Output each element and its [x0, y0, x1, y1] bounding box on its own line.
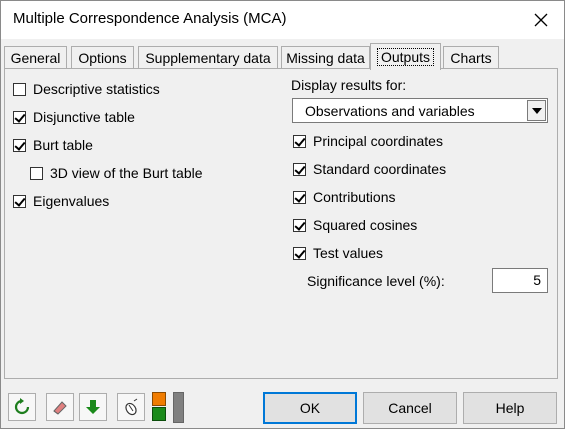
option-3d-view-burt-table[interactable]: 3D view of the Burt table [30, 164, 203, 182]
tab-label: Missing data [286, 50, 365, 66]
tab-outputs[interactable]: Outputs [370, 43, 441, 70]
option-label: Descriptive statistics [33, 81, 160, 97]
title-bar: Multiple Correspondence Analysis (MCA) [1, 1, 564, 39]
arrow-down-icon [86, 400, 100, 414]
checkbox[interactable] [293, 218, 306, 232]
option-disjunctive-table[interactable]: Disjunctive table [13, 108, 135, 126]
tab-label: Outputs [376, 48, 435, 66]
dropdown-button[interactable] [527, 100, 546, 121]
option-label: Eigenvalues [33, 193, 110, 209]
option-squared-cosines[interactable]: Squared cosines [293, 216, 417, 234]
dialog-window: Multiple Correspondence Analysis (MCA) G… [0, 0, 565, 429]
bottom-bar: OK Cancel Help [1, 385, 564, 429]
tab-label: General [10, 50, 61, 66]
tab-label: Options [78, 50, 127, 66]
checkbox[interactable] [293, 162, 306, 176]
option-label: 3D view of the Burt table [50, 165, 203, 181]
option-eigenvalues[interactable]: Eigenvalues [13, 192, 109, 210]
option-burt-table[interactable]: Burt table [13, 136, 93, 154]
tab-label: Charts [450, 50, 492, 66]
checkbox[interactable] [30, 166, 43, 180]
outputs-panel: Descriptive statistics Disjunctive table… [4, 68, 558, 379]
option-label: Disjunctive table [33, 109, 135, 125]
tab-strip: General Options Supplementary data Missi… [1, 43, 564, 70]
option-label: Principal coordinates [313, 133, 443, 149]
option-label: Squared cosines [313, 217, 418, 233]
clear-button[interactable] [46, 393, 74, 421]
mouse-icon [125, 398, 138, 416]
option-label: Standard coordinates [313, 161, 447, 177]
mouse-button[interactable] [117, 393, 145, 421]
checkbox[interactable] [293, 134, 306, 148]
option-label: Test values [313, 245, 384, 261]
tab-charts[interactable]: Charts [443, 46, 499, 69]
close-icon [534, 13, 548, 27]
checkbox[interactable] [293, 190, 306, 204]
checkbox[interactable] [13, 138, 26, 152]
split-color-icon[interactable] [152, 392, 168, 422]
option-principal-coordinates[interactable]: Principal coordinates [293, 132, 443, 150]
checkbox[interactable] [13, 194, 26, 208]
checkbox[interactable] [293, 246, 306, 260]
checkbox[interactable] [13, 82, 26, 96]
option-standard-coordinates[interactable]: Standard coordinates [293, 160, 446, 178]
select-value: Observations and variables [305, 103, 475, 119]
checkbox[interactable] [13, 110, 26, 124]
tab-options[interactable]: Options [71, 46, 134, 69]
option-descriptive-statistics[interactable]: Descriptive statistics [13, 80, 160, 98]
tab-missing-data[interactable]: Missing data [281, 46, 370, 69]
tab-general[interactable]: General [4, 46, 67, 69]
option-contributions[interactable]: Contributions [293, 188, 396, 206]
tab-label: Supplementary data [145, 50, 271, 66]
help-button[interactable]: Help [463, 392, 557, 424]
download-button[interactable] [79, 393, 107, 421]
refresh-icon [14, 398, 30, 415]
scroll-slider[interactable] [173, 392, 184, 423]
significance-level-input[interactable]: 5 [492, 268, 548, 293]
eraser-icon [53, 401, 67, 415]
window-title: Multiple Correspondence Analysis (MCA) [13, 10, 287, 27]
tab-supplementary-data[interactable]: Supplementary data [138, 46, 278, 69]
chevron-down-icon [531, 107, 542, 114]
cancel-button[interactable]: Cancel [363, 392, 457, 424]
option-test-values[interactable]: Test values [293, 244, 383, 262]
reset-button[interactable] [8, 393, 36, 421]
significance-level-label: Significance level (%): [307, 273, 445, 289]
option-label: Contributions [313, 189, 396, 205]
ok-button[interactable]: OK [263, 392, 357, 424]
close-button[interactable] [518, 1, 564, 39]
display-results-label: Display results for: [291, 77, 407, 93]
display-results-select[interactable]: Observations and variables [292, 98, 548, 123]
option-label: Burt table [33, 137, 93, 153]
